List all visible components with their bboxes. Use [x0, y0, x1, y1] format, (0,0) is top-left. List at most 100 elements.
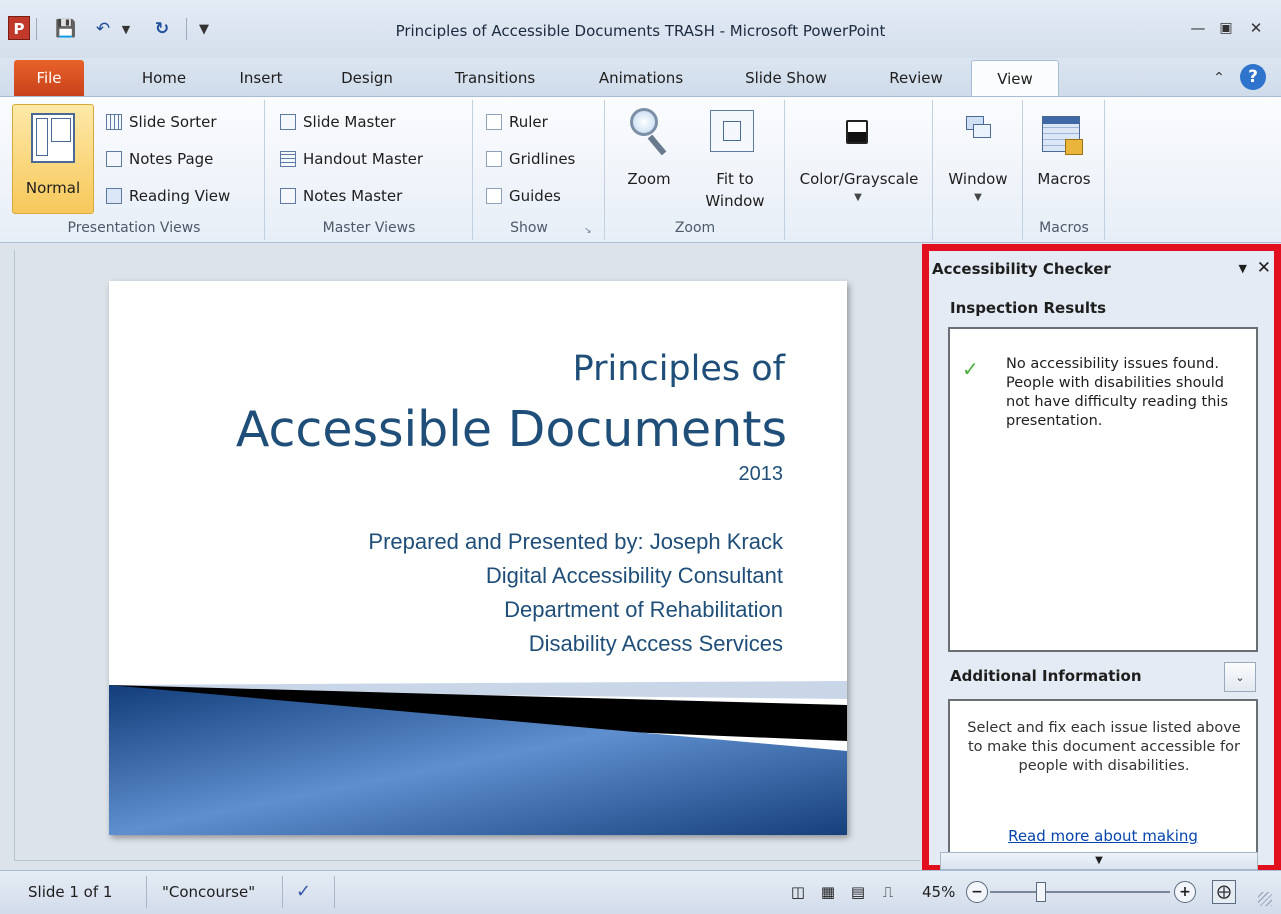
fit-to-window-button[interactable]: Fit to Window	[694, 104, 776, 216]
slide-sorter-status-icon[interactable]: ▦	[818, 870, 838, 914]
inspection-results-heading: Inspection Results	[950, 299, 1107, 317]
zoom-magnifier-handle	[647, 134, 667, 156]
reading-view-label: Reading View	[129, 187, 231, 205]
window-button[interactable]: Window ▼	[936, 104, 1020, 212]
show-dialog-launcher-icon[interactable]: ↘	[584, 226, 594, 236]
group-divider	[784, 100, 785, 240]
tab-transitions[interactable]: Transitions	[432, 60, 558, 97]
color-grayscale-dropdown-icon: ▼	[854, 192, 862, 203]
notes-page-label: Notes Page	[129, 150, 214, 168]
gridlines-checkbox-box	[486, 151, 502, 167]
tab-design[interactable]: Design	[322, 60, 412, 97]
group-label-zoom: Zoom	[674, 220, 716, 236]
ruler-checkbox[interactable]: Ruler	[486, 108, 548, 136]
slide-master-icon	[280, 114, 296, 130]
normal-view-icon	[31, 113, 75, 163]
slide-master-button[interactable]: Slide Master	[280, 108, 396, 136]
pane-options-icon[interactable]: ▼	[1239, 262, 1247, 275]
zoom-slider-thumb[interactable]	[1036, 882, 1046, 902]
minimize-icon[interactable]: —	[1186, 14, 1210, 42]
fit-to-window-label-line1: Fit to	[716, 170, 754, 188]
pane-header: Accessibility Checker ▼ ✕	[930, 258, 1275, 282]
status-divider	[146, 876, 147, 908]
macros-label: Macros	[1037, 170, 1091, 188]
normal-view-status-icon[interactable]: ◫	[788, 870, 808, 914]
tab-animations[interactable]: Animations	[578, 60, 704, 97]
slide-sorter-button[interactable]: Slide Sorter	[106, 108, 217, 136]
macros-icon	[1042, 116, 1083, 155]
fit-to-window-label-line2: Window	[705, 192, 765, 210]
slide-decoration	[109, 681, 847, 835]
theme-name-status[interactable]: "Concourse"	[162, 870, 255, 914]
zoom-slider-track[interactable]	[990, 891, 1170, 893]
additional-information-box: Select and fix each issue listed above t…	[948, 699, 1258, 859]
reading-view-status-icon[interactable]: ▤	[848, 870, 868, 914]
pane-close-icon[interactable]: ✕	[1257, 258, 1271, 278]
color-grayscale-button[interactable]: Color/Grayscale ▼	[788, 104, 930, 212]
tab-home[interactable]: Home	[124, 60, 204, 97]
color-grayscale-label: Color/Grayscale	[799, 170, 919, 188]
tab-insert[interactable]: Insert	[218, 60, 304, 97]
zoom-label: Zoom	[627, 170, 671, 188]
slide-count-status[interactable]: Slide 1 of 1	[28, 870, 112, 914]
tab-slide-show[interactable]: Slide Show	[722, 60, 850, 97]
slide-sorter-icon	[106, 114, 122, 130]
zoom-in-button[interactable]: +	[1174, 881, 1196, 903]
guides-checkbox[interactable]: Guides	[486, 182, 561, 210]
restore-icon[interactable]: ▣	[1214, 14, 1238, 42]
window-icon	[966, 116, 991, 140]
group-divider	[932, 100, 933, 240]
tab-review[interactable]: Review	[866, 60, 966, 97]
read-more-link[interactable]: Read more about making	[950, 827, 1256, 845]
workspace-border	[14, 860, 920, 861]
reading-view-button[interactable]: Reading View	[106, 182, 230, 210]
tab-file[interactable]: File	[14, 60, 84, 97]
window-title: Principles of Accessible Documents TRASH…	[395, 22, 886, 40]
spell-check-icon[interactable]: ✓	[296, 870, 311, 914]
ruler-label: Ruler	[509, 113, 548, 131]
guides-label: Guides	[509, 187, 561, 205]
gridlines-checkbox[interactable]: Gridlines	[486, 145, 575, 173]
ruler-checkbox-box	[486, 114, 502, 130]
resize-grip-icon[interactable]	[1258, 892, 1272, 906]
slide-master-label: Slide Master	[303, 113, 396, 131]
tab-view[interactable]: View	[971, 60, 1059, 97]
close-window-icon[interactable]: ✕	[1244, 14, 1268, 42]
normal-view-label: Normal	[25, 179, 81, 197]
notes-page-button[interactable]: Notes Page	[106, 145, 213, 173]
fit-slide-to-window-icon[interactable]: ⨁	[1212, 880, 1236, 904]
group-divider	[472, 100, 473, 240]
collapse-additional-info-button[interactable]: ⌄	[1224, 662, 1256, 692]
zoom-button[interactable]: Zoom	[618, 104, 680, 210]
group-label-master-views: Master Views	[322, 220, 416, 236]
zoom-out-button[interactable]: −	[966, 881, 988, 903]
group-divider	[604, 100, 605, 240]
window-label: Window	[948, 170, 1008, 188]
slide-canvas[interactable]: Principles of Accessible Documents 2013 …	[109, 281, 847, 835]
slide-sorter-label: Slide Sorter	[129, 113, 217, 131]
check-icon: ✓	[962, 357, 979, 381]
macros-button[interactable]: Macros	[1026, 104, 1102, 212]
fit-to-window-icon	[710, 110, 754, 152]
group-label-show: Show	[510, 220, 548, 236]
no-issues-message: No accessibility issues found. People wi…	[1006, 356, 1229, 429]
guides-checkbox-box	[486, 188, 502, 204]
slide-show-status-icon[interactable]: ⎍	[878, 870, 898, 914]
window-dropdown-icon: ▼	[974, 192, 982, 203]
group-label-presentation-views: Presentation Views	[67, 220, 201, 236]
workspace-border	[14, 250, 15, 860]
minimize-ribbon-icon[interactable]: ⌃	[1208, 66, 1230, 90]
reading-view-icon	[106, 188, 122, 204]
help-icon[interactable]: ?	[1240, 64, 1266, 90]
inspection-results-list[interactable]: ✓ No accessibility issues found. People …	[948, 327, 1258, 652]
status-divider	[282, 876, 283, 908]
zoom-level-status[interactable]: 45%	[922, 870, 955, 914]
zoom-magnifier-icon	[630, 108, 658, 136]
handout-master-button[interactable]: Handout Master	[280, 145, 423, 173]
notes-master-icon	[280, 188, 296, 204]
group-divider	[1104, 100, 1105, 240]
notes-master-button[interactable]: Notes Master	[280, 182, 402, 210]
normal-view-button[interactable]: Normal	[12, 104, 94, 214]
additional-information-text: Select and fix each issue listed above t…	[967, 720, 1241, 774]
pane-scroll-down-button[interactable]: ▼	[940, 852, 1258, 870]
